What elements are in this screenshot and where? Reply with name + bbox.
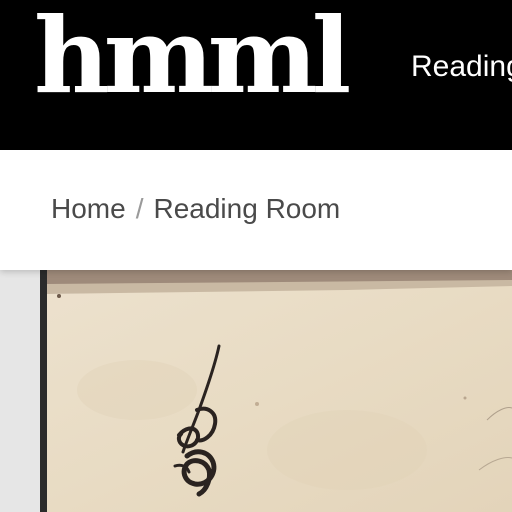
viewer-frame-edge — [40, 270, 47, 512]
main-content — [0, 270, 512, 512]
manuscript-image[interactable] — [47, 270, 512, 512]
manuscript-page-graphic — [47, 270, 512, 512]
breadcrumb: Home / Reading Room — [51, 195, 340, 223]
breadcrumb-separator: / — [135, 193, 144, 224]
breadcrumb-reading-room-link[interactable]: Reading Room — [153, 193, 340, 224]
nav-item-reading-room[interactable]: Reading — [411, 52, 512, 82]
site-logo[interactable]: hmml — [34, 4, 351, 108]
breadcrumb-home-link[interactable]: Home — [51, 193, 126, 224]
page: hmml Reading Home / Reading Room — [0, 0, 512, 512]
site-header: hmml Reading — [0, 0, 512, 150]
